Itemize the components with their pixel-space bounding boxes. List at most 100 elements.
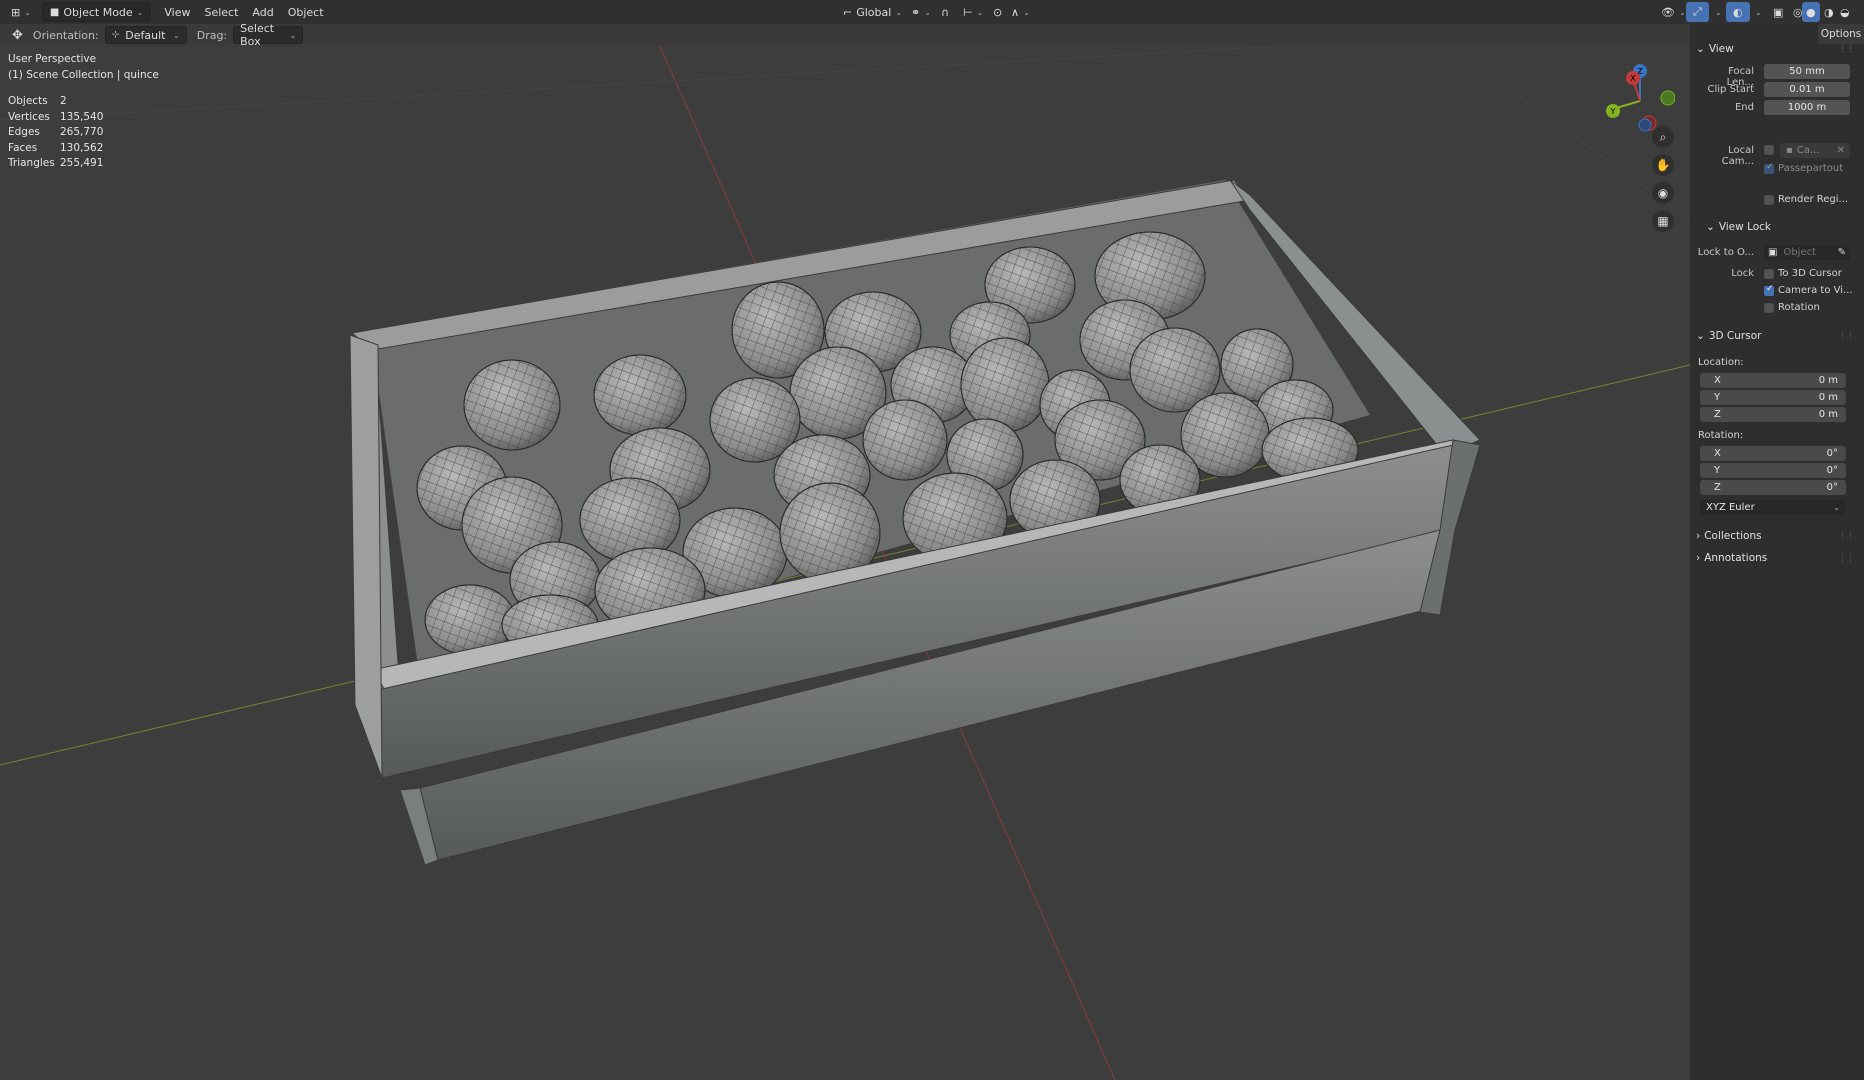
- shading-rendered[interactable]: ◒: [1836, 2, 1854, 22]
- menu-select[interactable]: Select: [197, 2, 245, 22]
- svg-text:Y: Y: [1610, 107, 1616, 116]
- section-annotations[interactable]: › Annotations: [1696, 552, 1767, 564]
- grid-perspective-icon[interactable]: ▦: [1652, 210, 1674, 232]
- chevron-right-icon: ›: [1696, 530, 1701, 542]
- drag-dropdown[interactable]: Select Box ⌄: [233, 22, 304, 48]
- section-collections[interactable]: › Collections: [1696, 530, 1762, 542]
- cursor-rotation-y[interactable]: Y 0°: [1700, 463, 1846, 478]
- scene-statistics: Objects 2 Vertices 135,540 Edges 265,770 Fa…: [8, 94, 103, 172]
- link-icon: ⚭: [911, 5, 921, 19]
- xray-icon: ▣: [1773, 5, 1784, 19]
- section-view[interactable]: ⌄ View: [1696, 43, 1734, 55]
- overlays-toggle[interactable]: ◐: [1726, 2, 1750, 22]
- stat-row: Faces 130,562: [8, 141, 104, 154]
- options-tab[interactable]: Options: [1818, 24, 1864, 44]
- solid-sphere-icon: ●: [1806, 5, 1816, 19]
- lock-rotation-checkbox[interactable]: [1764, 303, 1774, 313]
- cube-icon: ▣: [1768, 247, 1778, 258]
- grid-icon: ⊞: [11, 5, 21, 19]
- transform-orientation-dropdown[interactable]: ⌐ Global ⌄: [836, 2, 909, 22]
- chevron-down-icon: ⌄: [1696, 330, 1705, 342]
- orientation-label: Orientation:: [32, 28, 99, 42]
- snap-toggle[interactable]: ∩: [934, 2, 956, 22]
- dot-circle-icon: ⊙: [993, 5, 1003, 19]
- rendered-sphere-icon: ◒: [1840, 5, 1850, 19]
- gizmo-toggle[interactable]: ⤢: [1686, 2, 1709, 22]
- drag-handle-icon[interactable]: ⋮⋮: [1838, 531, 1855, 541]
- crate-left-post: [349, 334, 383, 779]
- shading-solid[interactable]: ●: [1802, 2, 1820, 22]
- falloff-dropdown[interactable]: ∧ ⌄: [1004, 2, 1037, 22]
- mode-dropdown[interactable]: ■ Object Mode ⌄: [41, 2, 152, 22]
- stat-row: Objects 2: [8, 95, 67, 107]
- drag-label: Drag:: [196, 28, 228, 42]
- focal-length-field[interactable]: 50 mm: [1764, 64, 1850, 79]
- cube-icon: ■: [49, 6, 60, 18]
- magnet-icon: ∩: [941, 5, 950, 19]
- camera-to-view-checkbox[interactable]: [1764, 284, 1774, 296]
- lock-to-object-label: Lock to O...: [1697, 247, 1754, 258]
- material-sphere-icon: ◑: [1824, 5, 1834, 19]
- zoom-icon[interactable]: ⌕: [1652, 126, 1674, 148]
- snap-icon: ⊢: [963, 5, 973, 19]
- svg-text:X: X: [1630, 74, 1636, 83]
- shading-material[interactable]: ◑: [1820, 2, 1838, 22]
- lock-to-object-field[interactable]: ▣ Object ✎: [1764, 245, 1850, 260]
- drag-handle-icon[interactable]: ⋮⋮: [1838, 553, 1855, 563]
- clip-end-label: End: [1734, 102, 1754, 113]
- 3d-viewport[interactable]: User Perspective (1) Scene Collection | …: [0, 46, 1690, 1080]
- chevron-down-icon: ⌄: [1706, 221, 1715, 233]
- overlay-icon: ◐: [1733, 5, 1743, 19]
- menu-add[interactable]: Add: [245, 2, 280, 22]
- drag-handle-icon[interactable]: ⋮⋮: [1838, 44, 1855, 54]
- camera-view-icon[interactable]: ◉: [1652, 182, 1674, 204]
- axes-icon: ⌐: [843, 5, 853, 19]
- pivot-point-button[interactable]: ⚭ ⌄: [904, 2, 938, 22]
- local-camera-field[interactable]: ▪ Ca... ✕: [1780, 143, 1850, 158]
- eyedropper-icon[interactable]: ✎: [1838, 247, 1846, 258]
- menu-view[interactable]: View: [157, 2, 197, 22]
- viewport-info: User Perspective (1) Scene Collection | …: [8, 52, 159, 83]
- menu-object[interactable]: Object: [281, 2, 331, 22]
- cursor-location-z[interactable]: Z0 m: [1700, 407, 1846, 422]
- cursor-location-label: Location:: [1698, 357, 1744, 368]
- camera-to-view-label: Camera to Vi...: [1778, 285, 1853, 296]
- scene-canvas[interactable]: [0, 46, 1690, 1080]
- cursor-location-y[interactable]: Y0 m: [1700, 390, 1846, 405]
- viewport-nav-tools: ⌕ ✋ ◉ ▦: [1652, 126, 1674, 232]
- viewport-header: ⊞ ⌄ ■ Object Mode ⌄ View Select Add Object…: [0, 0, 1864, 24]
- render-region-checkbox[interactable]: [1764, 195, 1774, 205]
- passepartout-checkbox[interactable]: [1764, 162, 1774, 174]
- perspective-label: User Perspective: [8, 53, 97, 65]
- cursor-rotation-x[interactable]: X 0°: [1700, 446, 1846, 461]
- cursor-rotation-z[interactable]: Z 0°: [1700, 480, 1846, 495]
- editor-type-button[interactable]: ⊞ ⌄: [4, 2, 38, 22]
- collection-label: (1) Scene Collection | quince: [8, 68, 159, 81]
- passepartout-label: Passepartout: [1778, 163, 1844, 174]
- move-tool-icon: ✥: [12, 27, 23, 43]
- orientation-dropdown[interactable]: ⊹ Default ⌄: [104, 26, 187, 44]
- falloff-curve-icon: ∧: [1011, 5, 1020, 19]
- lock-to-cursor-label: To 3D Cursor: [1778, 268, 1842, 279]
- gizmo-icon: ⤢: [1693, 5, 1702, 18]
- section-3d-cursor[interactable]: ⌄ 3D Cursor: [1696, 330, 1761, 342]
- clip-start-label: Clip Start: [1707, 84, 1755, 95]
- cursor-location-x[interactable]: X0 m: [1700, 373, 1846, 388]
- lock-to-cursor-checkbox[interactable]: [1764, 269, 1774, 279]
- cursor-rotation-label: Rotation:: [1698, 430, 1744, 441]
- hand-pan-icon[interactable]: ✋: [1652, 154, 1674, 176]
- clip-start-field[interactable]: 0.01 m: [1764, 82, 1850, 97]
- tool-settings-bar: ✥ Orientation: ⊹ Default ⌄ Drag: Select …: [0, 22, 1690, 48]
- render-region-label: Render Regi...: [1778, 194, 1849, 205]
- local-camera-checkbox[interactable]: [1764, 145, 1774, 155]
- chevron-down-icon: ⌄: [1696, 43, 1705, 55]
- clip-end-field[interactable]: 1000 m: [1764, 100, 1850, 115]
- axes-icon: ⊹: [111, 30, 120, 40]
- close-icon[interactable]: ✕: [1837, 145, 1845, 156]
- section-view-lock[interactable]: ⌄ View Lock: [1706, 221, 1771, 233]
- rotation-mode-dropdown[interactable]: XYZ Euler ⌄: [1700, 500, 1846, 515]
- local-camera-label: Local Cam...: [1721, 145, 1754, 167]
- stat-row: Vertices 135,540: [8, 110, 104, 123]
- chevron-down-icon: ⌄: [1833, 503, 1840, 512]
- drag-handle-icon[interactable]: ⋮⋮: [1838, 331, 1855, 341]
